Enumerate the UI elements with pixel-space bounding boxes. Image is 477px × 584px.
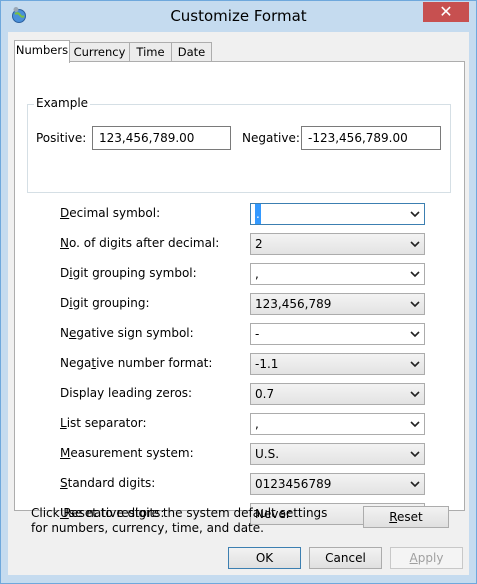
chevron-down-icon[interactable] [409, 294, 421, 314]
measurement-system-label: Measurement system: [60, 446, 194, 460]
leading-zeros-label: Display leading zeros: [60, 386, 193, 400]
negative-number-format-combo[interactable]: -1.1 [250, 353, 425, 375]
digit-grouping-label: Digit grouping: [60, 296, 150, 310]
negative-sign-symbol-combo[interactable]: - [250, 323, 425, 345]
digit-grouping-symbol-combo[interactable]: , [250, 263, 425, 285]
negative-sign-symbol-label: Negative sign symbol: [60, 326, 194, 340]
chevron-down-icon[interactable] [409, 264, 421, 284]
list-separator-combo[interactable]: , [250, 413, 425, 435]
digit-grouping-value: 123,456,789 [255, 297, 332, 311]
apply-button[interactable]: Apply [390, 547, 463, 569]
negative-number-format-value: -1.1 [255, 357, 279, 371]
chevron-down-icon[interactable] [409, 474, 421, 494]
tab-currency[interactable]: Currency [69, 42, 130, 62]
ok-button[interactable]: OK [228, 547, 301, 569]
close-button[interactable]: ✕ [423, 2, 469, 22]
decimal-symbol-combo[interactable]: . [250, 203, 425, 225]
example-groupbox: Example Positive: 123,456,789.00 Negativ… [27, 96, 451, 193]
negative-label: Negative: [242, 131, 300, 145]
decimal-symbol-value: . [255, 204, 261, 224]
dialog-body: Numbers Currency Time Date Example Posit… [8, 32, 469, 575]
chevron-down-icon[interactable] [409, 204, 421, 224]
chevron-down-icon[interactable] [409, 234, 421, 254]
measurement-system-combo[interactable]: U.S. [250, 443, 425, 465]
negative-sign-symbol-value: - [255, 327, 260, 341]
tab-date[interactable]: Date [171, 42, 212, 62]
window-title: Customize Format [170, 7, 307, 25]
standard-digits-combo[interactable]: 0123456789 [250, 473, 425, 495]
digits-after-decimal-label: No. of digits after decimal: [60, 236, 220, 250]
positive-example-field: 123,456,789.00 [92, 126, 231, 150]
tab-numbers[interactable]: Numbers [14, 40, 70, 63]
standard-digits-label: Standard digits: [60, 476, 156, 490]
chevron-down-icon[interactable] [409, 384, 421, 404]
negative-example-field: -123,456,789.00 [301, 126, 441, 150]
negative-number-format-label: Negative number format: [60, 356, 213, 370]
standard-digits-value: 0123456789 [255, 477, 332, 491]
reset-note: Click Reset to restore the system defaul… [31, 506, 328, 535]
leading-zeros-value: 0.7 [255, 387, 275, 401]
chevron-down-icon[interactable] [409, 354, 421, 374]
list-separator-value: , [255, 417, 259, 431]
decimal-symbol-label: Decimal symbol: [60, 206, 161, 220]
customize-format-window: Customize Format ✕ Numbers Currency Time… [0, 0, 477, 584]
digit-grouping-combo[interactable]: 123,456,789 [250, 293, 425, 315]
chevron-down-icon[interactable] [409, 414, 421, 434]
tab-time[interactable]: Time [129, 42, 172, 62]
digit-grouping-symbol-value: , [255, 267, 259, 281]
digits-after-decimal-combo[interactable]: 2 [250, 233, 425, 255]
cancel-button[interactable]: Cancel [309, 547, 382, 569]
numbers-tab-panel: Example Positive: 123,456,789.00 Negativ… [14, 61, 465, 525]
chevron-down-icon[interactable] [409, 444, 421, 464]
chevron-down-icon[interactable] [409, 324, 421, 344]
example-legend: Example [34, 96, 91, 110]
digits-after-decimal-value: 2 [255, 237, 263, 251]
digit-grouping-symbol-label: Digit grouping symbol: [60, 266, 197, 280]
title-bar[interactable]: Customize Format ✕ [1, 1, 476, 32]
positive-label: Positive: [36, 131, 87, 145]
list-separator-label: List separator: [60, 416, 147, 430]
measurement-system-value: U.S. [255, 447, 280, 461]
reset-button[interactable]: Reset [363, 506, 449, 528]
leading-zeros-combo[interactable]: 0.7 [250, 383, 425, 405]
